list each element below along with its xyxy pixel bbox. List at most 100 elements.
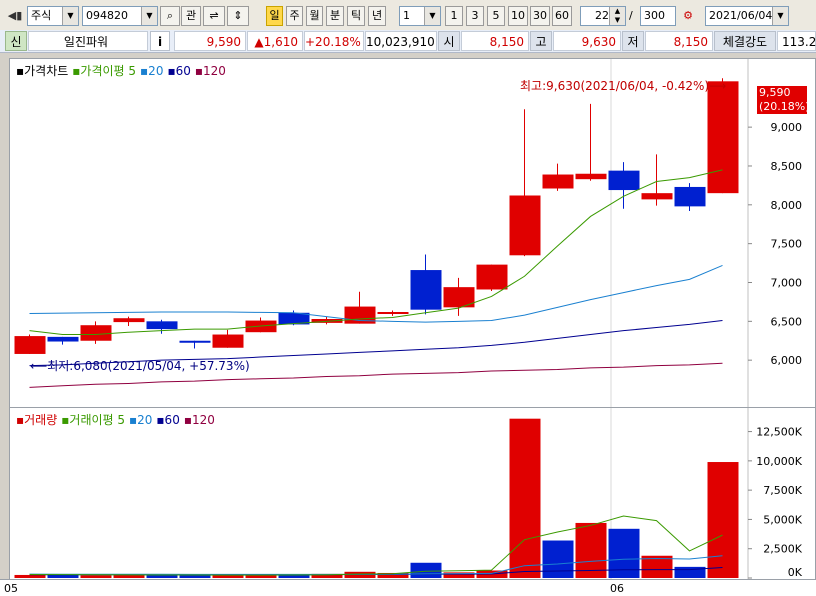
count-slash: / — [629, 9, 633, 22]
candle-body — [212, 334, 244, 348]
low-annotation: ⟵최저:6,080(2021/05/04, +57.73%) — [30, 359, 250, 373]
y-tick-label: 5,000K — [763, 513, 802, 526]
volume-bar — [146, 575, 178, 578]
date-select[interactable]: 2021/06/04 ▼ — [705, 6, 789, 26]
x-axis-label-06: 06 — [610, 582, 624, 595]
interval-30-button[interactable]: 30 — [530, 6, 550, 26]
volume-bar — [608, 528, 640, 578]
interval-10-button[interactable]: 10 — [508, 6, 528, 26]
volume-chart: 0K 2,500K 5,000K 7,500K 10,000K 12,500K — [14, 408, 803, 579]
volume-bar — [707, 462, 739, 578]
period-year-button[interactable]: 년 — [368, 6, 386, 26]
interval-value: 1 — [403, 9, 410, 22]
ma5-line — [29, 169, 723, 336]
spinner-icon[interactable]: ▲ ▼ — [609, 7, 625, 25]
low-label: 저 — [622, 31, 644, 51]
current-price-tag-pct: (20.18%) — [759, 100, 810, 113]
volume-bar — [47, 574, 79, 578]
candle-body — [641, 193, 673, 200]
updown-icon: ⇕ — [233, 9, 243, 22]
chevron-down-icon: ▼ — [424, 7, 440, 25]
candle-body — [410, 270, 442, 310]
high-price: 9,630 — [553, 31, 621, 51]
quote-bar: 신 일진파워 i 9,590 ▲1,610 +20.18% 10,023,910… — [0, 30, 816, 53]
high-annotation: 최고:9,630(2021/06/04, -0.42%)⟶ — [520, 79, 727, 93]
candle-body — [14, 336, 46, 354]
volume-bar — [179, 575, 211, 578]
interval-5-button[interactable]: 5 — [487, 6, 505, 26]
current-price-tag-value: 9,590 — [759, 86, 791, 99]
candle-body — [146, 321, 178, 330]
interval-60-button[interactable]: 60 — [552, 6, 572, 26]
market-select[interactable]: 주식 ▼ — [27, 6, 79, 26]
y-tick-label: 7,000 — [771, 276, 803, 289]
open-label: 시 — [438, 31, 460, 51]
y-tick-label: 10,000K — [756, 455, 802, 468]
change-percent: +20.18% — [304, 31, 364, 51]
chevron-down-icon: ▼ — [62, 7, 78, 25]
market-select-value: 주식 — [31, 9, 52, 22]
candle-body — [674, 186, 706, 207]
high-label: 고 — [530, 31, 552, 51]
y-tick-label: 7,500K — [763, 484, 802, 497]
candle-body — [179, 340, 211, 343]
interval-3-button[interactable]: 3 — [466, 6, 484, 26]
volume-bar — [575, 522, 607, 578]
price-chart-pane[interactable]: ▪가격차트 ▪가격이평 5 ▪20 ▪60 ▪120 6,000 6,500 7,000 7,… — [9, 58, 816, 408]
candle-body — [47, 336, 79, 342]
period-week-button[interactable]: 주 — [286, 6, 303, 26]
y-tick-label: 0K — [788, 566, 803, 579]
stock-name: 일진파워 — [28, 31, 148, 51]
volume-bar — [410, 562, 442, 578]
y-tick-label: 8,500 — [771, 160, 803, 173]
link-button[interactable]: ⇌ — [203, 6, 225, 26]
y-tick-label: 6,500 — [771, 315, 803, 328]
y-tick-label: 8,000 — [771, 199, 803, 212]
candle-body — [608, 170, 640, 191]
settings-icon[interactable]: ⚙ — [679, 7, 697, 25]
search-icon: ⌕ — [166, 9, 174, 22]
chevron-down-icon: ▼ — [772, 7, 788, 25]
updown-button[interactable]: ⇕ — [227, 6, 249, 26]
period-day-button[interactable]: 일 — [266, 6, 283, 26]
price-chart: 6,000 6,500 7,000 7,500 8,000 8,500 9,000 — [14, 59, 803, 407]
gwan-button[interactable]: 관 — [181, 6, 201, 26]
candle-body — [377, 312, 409, 315]
period-minute-button[interactable]: 분 — [326, 6, 344, 26]
link-icon: ⇌ — [209, 9, 219, 22]
candle-body — [707, 81, 739, 194]
total-count-input[interactable]: 300 — [640, 6, 676, 26]
volume-value: 10,023,910 — [365, 31, 437, 51]
interval-select[interactable]: 1 ▼ — [399, 6, 441, 26]
info-button[interactable]: i — [150, 31, 170, 51]
candle-body — [509, 195, 541, 256]
candle-body — [113, 318, 145, 323]
period-tick-button[interactable]: 틱 — [347, 6, 365, 26]
candle-body — [575, 173, 607, 180]
volume-bar — [14, 574, 46, 578]
strength-value: 113.2 — [777, 31, 816, 51]
candle-body — [476, 264, 508, 290]
volume-bar — [80, 575, 112, 578]
stock-code-input[interactable]: 094820 ▼ — [82, 6, 158, 26]
x-axis-label-05: 05 — [4, 582, 18, 595]
interval-1-button[interactable]: 1 — [445, 6, 463, 26]
volume-chart-pane[interactable]: ▪거래량 ▪거래이평 5 ▪20 ▪60 ▪120 0K 2,500K 5,000K 7,50… — [9, 407, 816, 580]
count-input[interactable]: 22 ▲ ▼ — [580, 6, 626, 26]
count-value: 22 — [595, 9, 609, 22]
low-price: 8,150 — [645, 31, 713, 51]
current-price-tag: 9,590 (20.18%) — [757, 86, 810, 114]
y-tick-label: 2,500K — [763, 543, 802, 556]
search-button[interactable]: ⌕ — [160, 6, 180, 26]
period-month-button[interactable]: 월 — [306, 6, 323, 26]
strength-label: 체결강도 — [714, 31, 776, 51]
current-price: 9,590 — [174, 31, 246, 51]
chevron-down-icon: ▼ — [141, 7, 157, 25]
prev-arrow-icon[interactable]: ◀▮ — [6, 7, 24, 25]
stock-code-value: 094820 — [86, 9, 128, 22]
toolbar: ◀▮ 주식 ▼ 094820 ▼ ⌕ 관 ⇌ ⇕ 일 주 월 분 틱 년 1 ▼… — [0, 0, 816, 31]
candle-body — [542, 174, 574, 189]
y-tick-label: 12,500K — [756, 426, 802, 439]
volume-bar — [113, 575, 145, 578]
date-value: 2021/06/04 — [709, 9, 773, 22]
